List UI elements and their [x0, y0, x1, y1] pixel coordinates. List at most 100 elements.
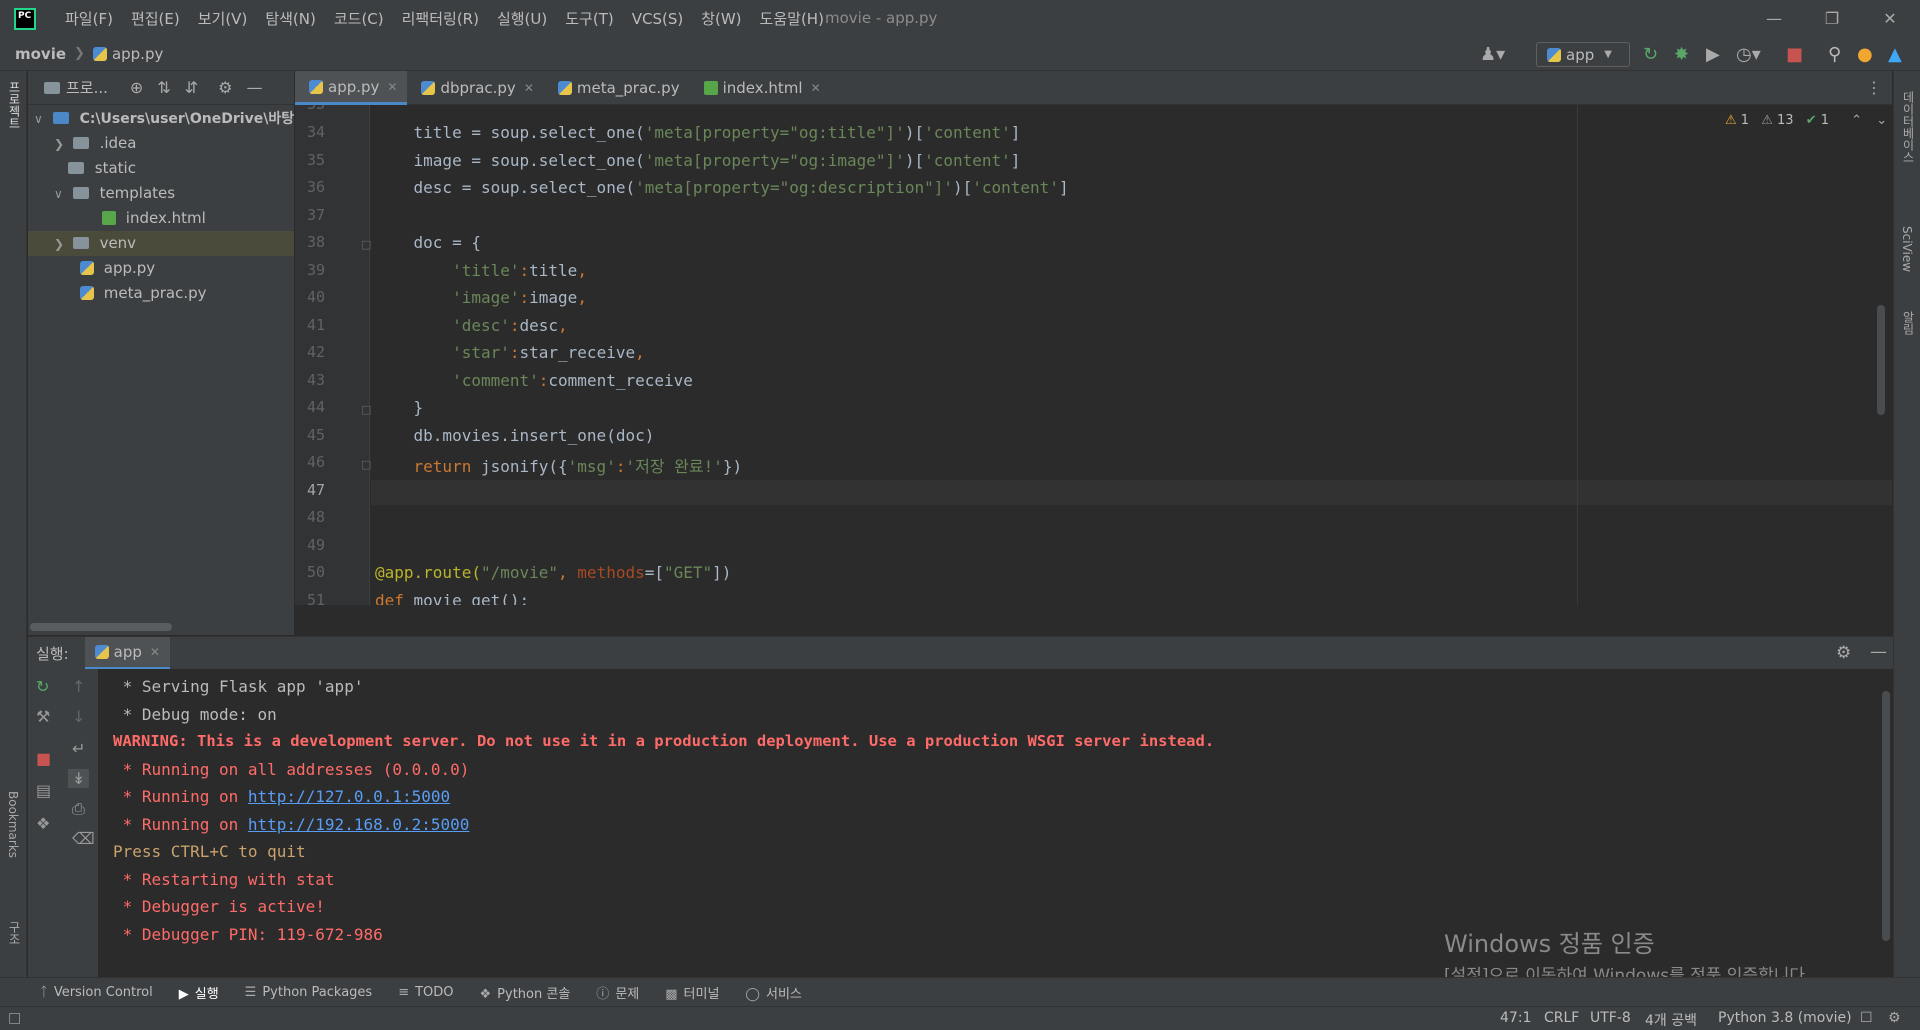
file-encoding[interactable]: UTF-8 [1590, 1010, 1631, 1026]
wrench-icon[interactable]: ⚒ [36, 707, 50, 726]
layout-icon[interactable]: ▤ [36, 781, 51, 800]
rerun-icon[interactable]: ↻ [36, 677, 49, 696]
sciview-tool-button[interactable]: SciView [1900, 226, 1914, 272]
vertical-scrollbar[interactable] [1877, 305, 1885, 415]
tree-item-static[interactable]: static [68, 156, 136, 181]
gear-icon[interactable]: ⚙ [1836, 643, 1851, 663]
coverage-icon[interactable]: ▶ [1706, 44, 1720, 65]
trash-icon[interactable]: ⌫ [72, 829, 95, 848]
stop-icon[interactable]: ■ [1786, 44, 1803, 65]
indent-setting[interactable]: 4개 공백 [1645, 1010, 1697, 1030]
tool-windows-icon[interactable]: □ [8, 1010, 21, 1026]
debug-icon[interactable]: ✸ [1674, 44, 1689, 65]
python-interpreter[interactable]: Python 3.8 (movie) [1718, 1010, 1852, 1026]
tab-index-html[interactable]: index.html ✕ [690, 71, 831, 105]
menu-tools[interactable]: 도구(T) [556, 8, 622, 29]
line-number: 48 [306, 508, 325, 526]
update-icon[interactable]: ● [1857, 44, 1873, 65]
next-highlight-icon[interactable]: ⌄ [1876, 113, 1887, 128]
restore-icon[interactable]: ❐ [1804, 0, 1860, 37]
print-icon[interactable]: ⎙ [72, 799, 85, 819]
menu-view[interactable]: 보기(V) [189, 8, 257, 29]
menu-window[interactable]: 창(W) [692, 8, 750, 29]
code-line-36: desc = soup.select_one('meta[property="o… [375, 178, 1069, 197]
database-tool-button[interactable]: 데이터베이스 [1900, 91, 1917, 163]
pin-icon[interactable]: ❖ [36, 814, 50, 833]
close-tab-icon[interactable]: ✕ [387, 80, 397, 94]
tab-python-console[interactable]: ❖ Python 콘솔 [480, 983, 571, 1002]
close-tab-icon[interactable]: ✕ [150, 645, 160, 659]
hide-panel-icon[interactable]: — [246, 78, 262, 97]
tab-services[interactable]: ◯ 서비스 [745, 983, 801, 1002]
code-editor[interactable]: 33 34 35 36 37 38 39 40 41 42 43 44 45 4… [295, 105, 1892, 605]
console-scrollbar[interactable] [1882, 691, 1890, 941]
localhost-link[interactable]: http://127.0.0.1:5000 [248, 787, 450, 806]
fold-icon[interactable]: □ [361, 238, 371, 251]
soft-wrap-icon[interactable]: ↵ [72, 739, 85, 758]
menu-run[interactable]: 실행(U) [488, 8, 556, 29]
tree-item-templates[interactable]: ∨ templates [54, 181, 175, 206]
tree-item-venv[interactable]: ❯ venv [28, 231, 294, 256]
menu-vcs[interactable]: VCS(S) [623, 10, 692, 28]
scroll-to-end-icon[interactable]: ↡ [68, 769, 90, 788]
tree-item-app-py[interactable]: app.py [80, 256, 155, 281]
caret-position[interactable]: 47:1 [1500, 1010, 1531, 1026]
gear-icon[interactable]: ⚙ [218, 78, 232, 97]
tab-terminal[interactable]: ▩ 터미널 [665, 983, 719, 1002]
menu-navigate[interactable]: 탐색(N) [256, 8, 325, 29]
tab-dbprac-py[interactable]: dbprac.py ✕ [407, 71, 543, 105]
rerun-icon[interactable]: ↻ [1643, 44, 1658, 65]
minimize-icon[interactable]: — [1746, 0, 1802, 37]
profile-icon[interactable]: ◷▾ [1736, 44, 1761, 65]
menu-refactor[interactable]: 리팩터링(R) [393, 8, 488, 29]
tab-problems[interactable]: ⓘ 문제 [596, 983, 639, 1002]
stop-icon[interactable]: ■ [36, 749, 51, 768]
lock-icon[interactable]: ☐ [1860, 1010, 1873, 1026]
tab-todo[interactable]: ≡ TODO [398, 985, 453, 1000]
tree-item-meta-prac-py[interactable]: meta_prac.py [80, 281, 207, 306]
line-separator[interactable]: CRLF [1544, 1010, 1579, 1026]
locate-file-icon[interactable]: ⊕ [130, 78, 143, 97]
horizontal-scrollbar[interactable] [30, 623, 172, 631]
arrow-down-icon[interactable]: ↓ [72, 707, 85, 726]
run-tab-app[interactable]: app ✕ [84, 636, 170, 670]
tree-item-root[interactable]: ∨ C:\Users\user\OneDrive\바탕 [34, 106, 294, 131]
previous-highlight-icon[interactable]: ⌃ [1851, 113, 1862, 128]
fold-icon[interactable]: □ [361, 403, 371, 416]
menu-help[interactable]: 도움말(H) [751, 8, 833, 29]
tree-item-index-html[interactable]: index.html [102, 206, 206, 231]
collapse-all-icon[interactable]: ⇵ [185, 78, 198, 97]
menu-edit[interactable]: 편집(E) [122, 8, 189, 29]
menu-file[interactable]: 파일(F) [56, 8, 122, 29]
close-tab-icon[interactable]: ✕ [524, 81, 534, 95]
tab-meta-prac-py[interactable]: meta_prac.py [544, 71, 690, 105]
line-number: 34 [306, 123, 325, 141]
inspection-widget[interactable]: ⚠ 1 ⚠ 13 ✔ 1 ⌃ ⌄ [1725, 113, 1887, 128]
lan-link[interactable]: http://192.168.0.2:5000 [248, 815, 470, 834]
search-icon[interactable]: ⚲ [1828, 44, 1841, 65]
structure-tool-button[interactable]: 구조 [6, 921, 23, 945]
close-window-icon[interactable]: ✕ [1862, 0, 1918, 37]
close-tab-icon[interactable]: ✕ [811, 81, 821, 95]
tab-run[interactable]: ▶ 실행 [179, 983, 219, 1002]
project-panel-title[interactable]: 프로... [66, 77, 108, 98]
menu-code[interactable]: 코드(C) [325, 8, 393, 29]
bookmarks-tool-button[interactable]: Bookmarks [6, 791, 20, 858]
breadcrumb-project[interactable]: movie [15, 45, 66, 63]
hide-panel-icon[interactable]: — [1870, 642, 1887, 662]
fold-icon[interactable]: □ [361, 458, 371, 471]
user-icon[interactable]: ♟▾ [1480, 44, 1505, 65]
tab-app-py[interactable]: app.py ✕ [295, 71, 408, 105]
more-tabs-icon[interactable]: ⋮ [1866, 78, 1882, 97]
plugin-icon[interactable]: ▲ [1888, 44, 1902, 65]
settings-icon[interactable]: ⚙ [1888, 1010, 1901, 1026]
breadcrumb-file[interactable]: app.py [112, 45, 163, 63]
tab-version-control[interactable]: ᛏ Version Control [40, 985, 153, 1000]
project-tool-button[interactable]: 프로젝트 [6, 81, 23, 129]
notifications-tool-button[interactable]: 알림 [1900, 311, 1917, 335]
arrow-up-icon[interactable]: ↑ [72, 677, 85, 696]
expand-all-icon[interactable]: ⇅ [157, 78, 170, 97]
tab-python-packages[interactable]: ☰ Python Packages [245, 985, 373, 1000]
tree-item-idea[interactable]: ❯ .idea [54, 131, 136, 156]
run-configuration-select[interactable]: app ▼ [1536, 42, 1630, 67]
